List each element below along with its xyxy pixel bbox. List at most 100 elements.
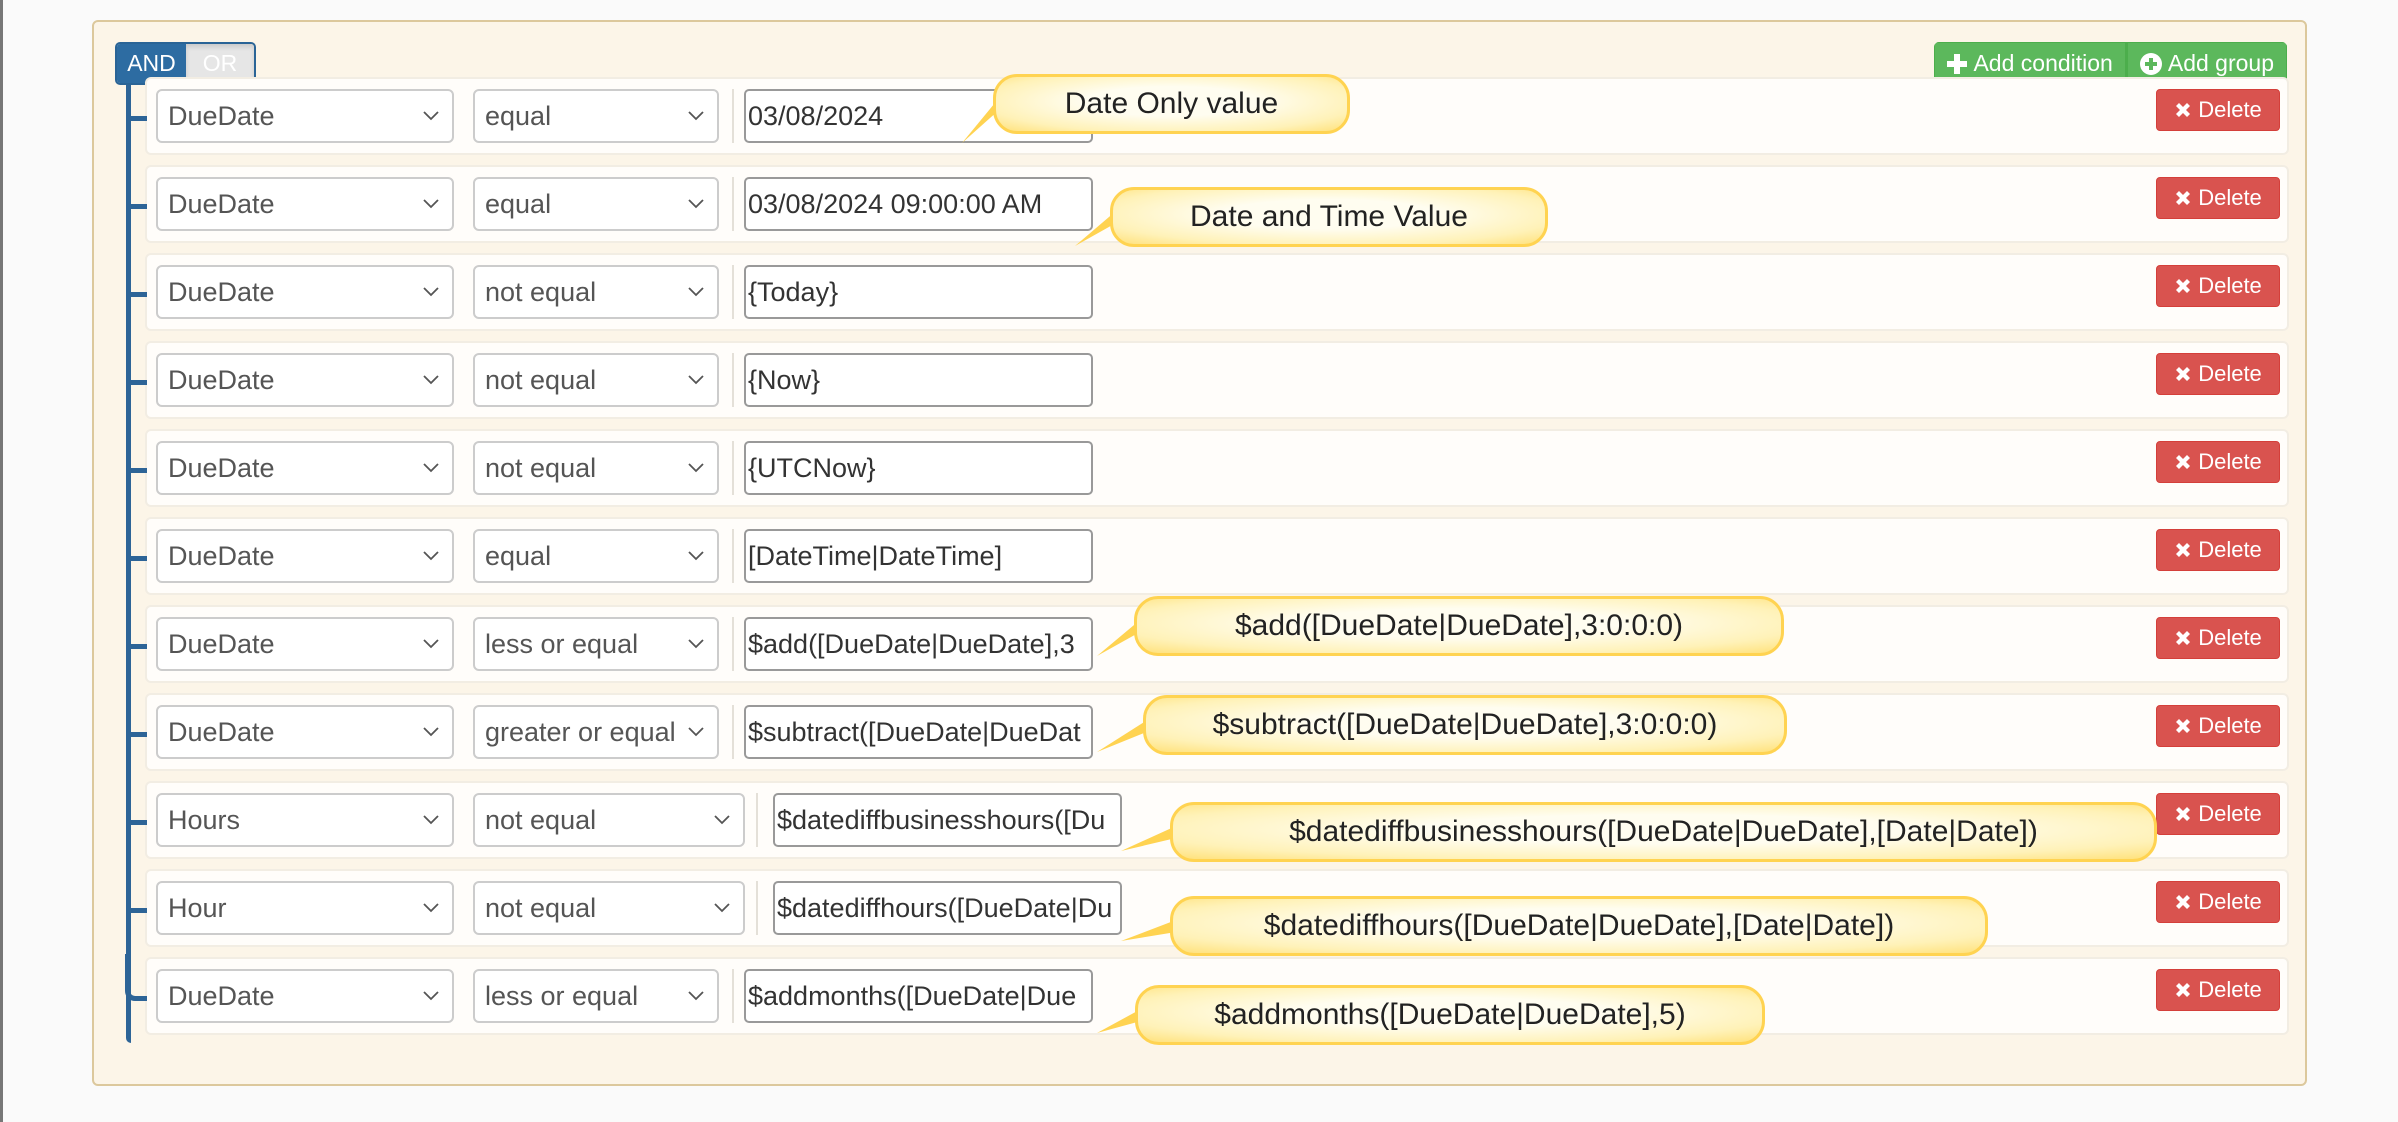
chevron-down-icon [688,639,704,649]
x-icon [2176,895,2191,909]
callout-note: $datediffhours([DueDate|DueDate],[Date|D… [1170,896,1988,956]
operator-select[interactable]: not equal [473,793,745,847]
field-select[interactable]: DueDate [156,89,454,143]
value-input[interactable]: $datediffhours([DueDate|Du [773,881,1122,935]
separator [732,617,734,671]
tree-branch [128,908,147,913]
value-input[interactable]: $add([DueDate|DueDate],3 [744,617,1093,671]
chevron-down-icon [423,991,439,1001]
field-select[interactable]: DueDate [156,177,454,231]
field-select-value: DueDate [168,540,275,571]
tree-branch [128,644,147,649]
operator-select[interactable]: less or equal [473,969,719,1023]
value-input[interactable]: $datediffbusinesshours([Du [773,793,1122,847]
separator [732,353,734,407]
delete-button[interactable]: Delete [2156,793,2280,835]
field-select-value: DueDate [168,452,275,483]
x-icon [2176,631,2191,645]
x-icon [2176,983,2191,997]
field-select-value: DueDate [168,276,275,307]
field-select[interactable]: Hour [156,881,454,935]
chevron-down-icon [423,903,439,913]
delete-button[interactable]: Delete [2156,529,2280,571]
operator-select[interactable]: equal [473,177,719,231]
chevron-down-icon [423,111,439,121]
operator-select-value: equal [485,188,552,219]
delete-label: Delete [2198,713,2262,738]
delete-button[interactable]: Delete [2156,89,2280,131]
field-select[interactable]: DueDate [156,705,454,759]
operator-select[interactable]: not equal [473,353,719,407]
field-select-value: Hours [168,804,241,835]
delete-button[interactable]: Delete [2156,705,2280,747]
add-group-label: Add group [2167,50,2274,76]
tree-branch [128,292,147,297]
chevron-down-icon [423,375,439,385]
separator [732,705,734,759]
delete-button[interactable]: Delete [2156,353,2280,395]
operator-select-value: equal [485,540,552,571]
rule-row: DueDate not equal {Now} Delete [128,341,2289,419]
value-input[interactable]: {Now} [744,353,1093,407]
value-input[interactable]: $addmonths([DueDate|Due [744,969,1093,1023]
operator-select-value: not equal [485,276,597,307]
tree-branch [128,732,147,737]
delete-button[interactable]: Delete [2156,441,2280,483]
field-select[interactable]: DueDate [156,353,454,407]
field-select[interactable]: DueDate [156,969,454,1023]
operator-select[interactable]: greater or equal [473,705,719,759]
chevron-down-icon [688,463,704,473]
field-select-value: DueDate [168,364,275,395]
chevron-down-icon [423,463,439,473]
separator [732,529,734,583]
operator-select[interactable]: not equal [473,265,719,319]
separator [756,881,758,935]
delete-button[interactable]: Delete [2156,617,2280,659]
operator-select[interactable]: equal [473,529,719,583]
tree-branch [128,468,147,473]
callout-note: Date and Time Value [1110,187,1548,247]
field-select[interactable]: DueDate [156,441,454,495]
tree-branch [128,204,147,209]
delete-button[interactable]: Delete [2156,969,2280,1011]
operator-select-value: equal [485,100,552,131]
operator-select-value: less or equal [485,628,639,659]
delete-button[interactable]: Delete [2156,177,2280,219]
x-icon [2176,367,2191,381]
delete-label: Delete [2198,537,2262,562]
value-input[interactable]: {UTCNow} [744,441,1093,495]
operator-select[interactable]: not equal [473,881,745,935]
add-condition-label: Add condition [1973,50,2113,76]
chevron-down-icon [688,375,704,385]
value-input[interactable]: 03/08/2024 09:00:00 AM [744,177,1093,231]
separator [732,177,734,231]
field-select[interactable]: DueDate [156,529,454,583]
operator-select-value: not equal [485,892,597,923]
value-input[interactable]: [DateTime|DateTime] [744,529,1093,583]
delete-button[interactable]: Delete [2156,265,2280,307]
delete-label: Delete [2198,801,2262,826]
chevron-down-icon [423,727,439,737]
operator-select[interactable]: equal [473,89,719,143]
separator [732,969,734,1023]
separator [756,793,758,847]
delete-button[interactable]: Delete [2156,881,2280,923]
field-select[interactable]: DueDate [156,265,454,319]
tree-branch [128,380,147,385]
separator [732,265,734,319]
operator-select-value: not equal [485,452,597,483]
field-select-value: DueDate [168,980,275,1011]
operator-select-value: greater or equal [485,716,676,747]
field-select[interactable]: Hours [156,793,454,847]
value-input[interactable]: {Today} [744,265,1093,319]
operator-select[interactable]: less or equal [473,617,719,671]
operator-select-value: not equal [485,804,597,835]
x-icon [2176,719,2191,733]
callout-note: $subtract([DueDate|DueDate],3:0:0:0) [1143,695,1787,755]
field-select[interactable]: DueDate [156,617,454,671]
delete-label: Delete [2198,977,2262,1002]
field-select-value: Hour [168,892,227,923]
value-input[interactable]: $subtract([DueDate|DueDat [744,705,1093,759]
tree-branch [128,116,147,121]
operator-select[interactable]: not equal [473,441,719,495]
